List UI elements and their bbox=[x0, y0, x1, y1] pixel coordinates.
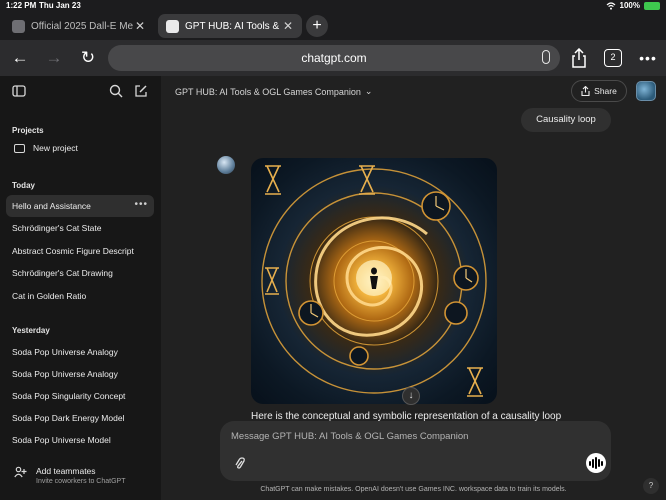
chat-main: GPT HUB: AI Tools & OGL Games Companion … bbox=[161, 76, 666, 500]
composer-placeholder: Message GPT HUB: AI Tools & OGL Games Co… bbox=[231, 431, 469, 442]
status-right: 100% bbox=[606, 1, 660, 10]
chat-title-text: GPT HUB: AI Tools & OGL Games Companion bbox=[175, 86, 361, 97]
tab-title: GPT HUB: AI Tools & OG bbox=[185, 20, 282, 32]
sidebar-item-abstract-cosmic-figure[interactable]: Abstract Cosmic Figure Descript bbox=[6, 240, 154, 262]
browser-toolbar: ← → ↻ chatgpt.com 2 ••• bbox=[0, 40, 666, 76]
model-selector[interactable]: GPT HUB: AI Tools & OGL Games Companion … bbox=[175, 86, 372, 97]
sidebar-item-schrodingers-cat-drawing[interactable]: Schrödinger's Cat Drawing bbox=[6, 262, 154, 284]
battery-percent: 100% bbox=[619, 1, 640, 10]
sidebar-item-soda-pop-universe-model[interactable]: Soda Pop Universe Model bbox=[6, 429, 154, 451]
sidebar-item-cat-in-golden-ratio[interactable]: Cat in Golden Ratio bbox=[6, 285, 154, 307]
browser-tab-gpthub[interactable]: GPT HUB: AI Tools & OG ✕ bbox=[158, 14, 302, 38]
tab-title: Official 2025 Dall-E Me bbox=[31, 20, 134, 32]
search-icon[interactable] bbox=[109, 84, 123, 98]
sidebar-item-label: Soda Pop Singularity Concept bbox=[12, 391, 126, 401]
sidebar-item-hello-and-assistance[interactable]: Hello and Assistance ••• bbox=[6, 195, 154, 217]
status-time: 1:22 PM bbox=[6, 1, 37, 10]
sidebar-item-soda-pop-dark-energy[interactable]: Soda Pop Dark Energy Model bbox=[6, 407, 154, 429]
paperclip-icon[interactable] bbox=[233, 457, 247, 471]
profile-avatar[interactable] bbox=[636, 81, 656, 101]
sidebar-item-label: Soda Pop Universe Model bbox=[12, 435, 111, 445]
causality-loop-artwork bbox=[261, 165, 487, 397]
add-teammates-subtitle: Invite coworkers to ChatGPT bbox=[36, 478, 126, 485]
new-chat-icon[interactable] bbox=[134, 84, 148, 98]
sidebar-item-soda-pop-singularity[interactable]: Soda Pop Singularity Concept bbox=[6, 385, 154, 407]
assistant-response: Here is the conceptual and symbolic repr… bbox=[251, 411, 562, 421]
share-button[interactable]: Share bbox=[571, 80, 627, 102]
new-project-button[interactable]: New project bbox=[14, 143, 78, 153]
yesterday-heading: Yesterday bbox=[12, 326, 50, 335]
sidebar-item-label: Soda Pop Universe Analogy bbox=[12, 347, 118, 357]
close-icon[interactable]: ✕ bbox=[134, 19, 146, 33]
share-label: Share bbox=[594, 86, 617, 96]
projects-heading: Projects bbox=[12, 126, 44, 135]
tab-favicon-icon bbox=[166, 19, 179, 33]
browser-tab-dalle[interactable]: Official 2025 Dall-E Me ✕ bbox=[4, 14, 154, 38]
tab-count-button[interactable]: 2 bbox=[604, 49, 622, 67]
forward-icon[interactable]: → bbox=[42, 46, 66, 70]
back-icon[interactable]: ← bbox=[8, 46, 32, 70]
share-sheet-icon[interactable] bbox=[571, 48, 587, 68]
sidebar-item-label: Cat in Golden Ratio bbox=[12, 291, 87, 301]
sidebar-toggle-icon[interactable] bbox=[12, 84, 26, 98]
user-message: Causality loop bbox=[521, 108, 611, 132]
sidebar-item-label: Hello and Assistance bbox=[12, 201, 91, 211]
chevron-down-icon: ⌄ bbox=[364, 86, 373, 96]
sidebar: Projects New project Today Hello and Ass… bbox=[0, 76, 161, 500]
add-teammates-button[interactable]: Add teammates Invite coworkers to ChatGP… bbox=[14, 466, 125, 485]
folder-plus-icon bbox=[14, 143, 25, 153]
disclaimer-text: ChatGPT can make mistakes. OpenAI doesn'… bbox=[260, 486, 567, 493]
gpt-avatar bbox=[217, 156, 235, 174]
sidebar-item-soda-pop-universe-analogy-2[interactable]: Soda Pop Universe Analogy bbox=[6, 363, 154, 385]
new-project-label: New project bbox=[33, 143, 78, 153]
sidebar-item-label: Abstract Cosmic Figure Descript bbox=[12, 246, 134, 256]
browser-tab-bar: Official 2025 Dall-E Me ✕ GPT HUB: AI To… bbox=[0, 12, 666, 40]
add-people-icon bbox=[14, 466, 27, 478]
sidebar-item-label: Soda Pop Dark Energy Model bbox=[12, 413, 125, 423]
sidebar-item-label: Schrödinger's Cat Drawing bbox=[12, 268, 113, 278]
sidebar-item-label: Schrödinger's Cat State bbox=[12, 223, 102, 233]
new-tab-button[interactable]: + bbox=[306, 15, 328, 37]
sidebar-item-soda-pop-universe-analogy[interactable]: Soda Pop Universe Analogy bbox=[6, 341, 154, 363]
reload-icon[interactable]: ↻ bbox=[76, 46, 100, 70]
voice-mode-button[interactable] bbox=[586, 453, 606, 473]
status-date: Thu Jan 23 bbox=[39, 1, 81, 10]
address-bar[interactable]: chatgpt.com bbox=[108, 45, 560, 71]
more-options-icon[interactable]: ••• bbox=[134, 199, 148, 210]
share-icon bbox=[581, 86, 590, 96]
help-button[interactable]: ? bbox=[643, 478, 659, 494]
today-heading: Today bbox=[12, 181, 35, 190]
sidebar-item-schrodingers-cat-state[interactable]: Schrödinger's Cat State bbox=[6, 217, 154, 239]
close-icon[interactable]: ✕ bbox=[282, 19, 294, 33]
status-bar: 1:22 PM Thu Jan 23 100% bbox=[0, 0, 666, 12]
message-composer[interactable]: Message GPT HUB: AI Tools & OGL Games Co… bbox=[220, 421, 611, 481]
battery-icon bbox=[644, 1, 660, 10]
generated-image[interactable] bbox=[251, 158, 497, 404]
microphone-icon[interactable] bbox=[542, 50, 550, 64]
add-teammates-label: Add teammates bbox=[36, 466, 96, 476]
wifi-icon bbox=[606, 1, 615, 10]
sidebar-item-label: Soda Pop Universe Analogy bbox=[12, 369, 118, 379]
scroll-down-button[interactable]: ↓ bbox=[402, 387, 420, 405]
url-text: chatgpt.com bbox=[301, 51, 367, 65]
more-icon[interactable]: ••• bbox=[636, 46, 660, 70]
tab-favicon-icon bbox=[12, 19, 25, 33]
